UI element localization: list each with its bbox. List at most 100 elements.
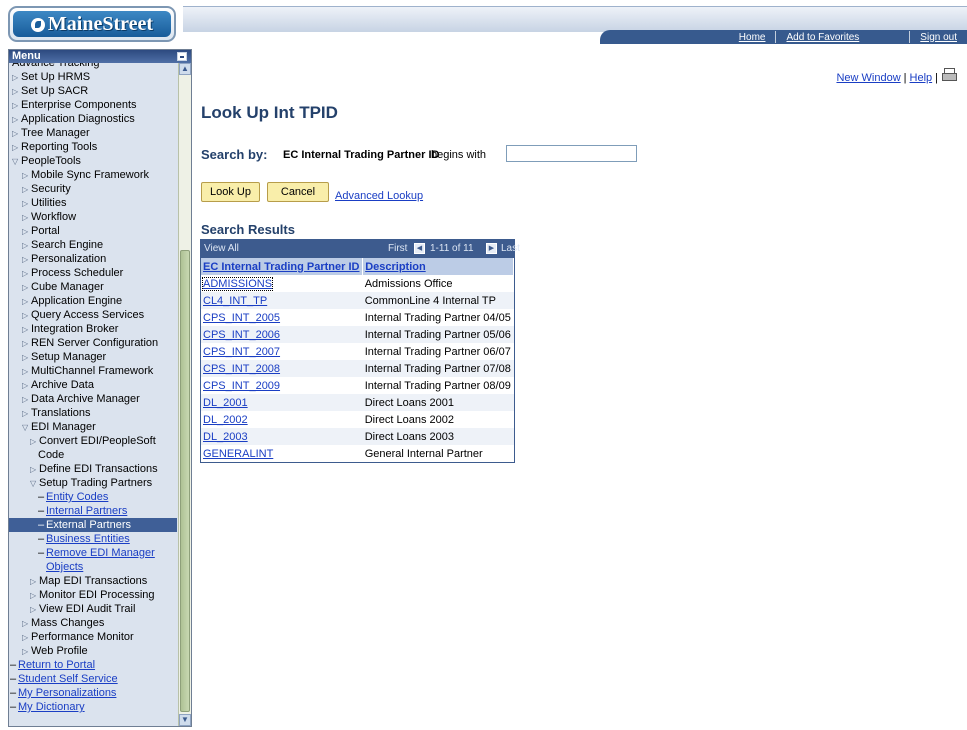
partner-id-link[interactable]: DL_2001 xyxy=(203,397,248,409)
last-link[interactable]: Last xyxy=(501,243,520,254)
menu-item-set-up-sacr[interactable]: ▷ Set Up SACR xyxy=(12,84,88,98)
first-link[interactable]: First xyxy=(388,243,407,254)
menu-item-objects[interactable]: Objects xyxy=(38,560,83,574)
collapsed-folder-icon: ▷ xyxy=(22,297,29,306)
mainestreet-logo[interactable]: MaineStreet xyxy=(8,6,176,42)
menu-item-convert-edi-peoplesoft[interactable]: ▷ Convert EDI/PeopleSoft xyxy=(30,434,156,448)
menu-item-map-edi-transactions[interactable]: ▷ Map EDI Transactions xyxy=(30,574,147,588)
partner-id-link[interactable]: CL4_INT_TP xyxy=(203,295,267,307)
collapsed-folder-icon: ▷ xyxy=(22,395,29,404)
sort-by-id-link[interactable]: EC Internal Trading Partner ID xyxy=(203,261,359,273)
description-cell: Internal Trading Partner 04/05 xyxy=(362,309,514,326)
menu-item-personalization[interactable]: ▷ Personalization xyxy=(22,252,106,266)
new-window-link[interactable]: New Window xyxy=(836,72,900,84)
menu-sidebar: Menu Advance Tracking ▷ Set Up HRMS ▷ Set Up… xyxy=(8,49,192,727)
menu-item-integration-broker[interactable]: ▷ Integration Broker xyxy=(22,322,118,336)
column-header-id[interactable]: EC Internal Trading Partner ID xyxy=(201,258,364,275)
menu-item-label: Entity Codes xyxy=(46,491,109,503)
menu-item-label: Remove EDI Manager xyxy=(46,547,155,559)
menu-item-enterprise-components[interactable]: ▷ Enterprise Components xyxy=(12,98,137,112)
menu-item-internal-partners[interactable]: – Internal Partners xyxy=(38,504,127,518)
menu-item-mobile-sync-framework[interactable]: ▷ Mobile Sync Framework xyxy=(22,168,149,182)
partner-id-link[interactable]: CPS_INT_2008 xyxy=(203,363,280,375)
partner-id-link[interactable]: DL_2002 xyxy=(203,414,248,426)
menu-item-student-self-service[interactable]: – Student Self Service xyxy=(10,672,118,686)
menu-item-archive-data[interactable]: ▷ Archive Data xyxy=(22,378,94,392)
look-up-button[interactable]: Look Up xyxy=(201,182,260,202)
menu-item-code[interactable]: Code xyxy=(30,448,64,462)
scroll-down-icon[interactable]: ▼ xyxy=(179,714,191,726)
add-to-favorites-link[interactable]: Add to Favorites xyxy=(776,32,909,43)
menu-item-workflow[interactable]: ▷ Workflow xyxy=(22,210,76,224)
partner-id-link[interactable]: CPS_INT_2006 xyxy=(203,329,280,341)
menu-item-performance-monitor[interactable]: ▷ Performance Monitor xyxy=(22,630,134,644)
menu-scrollbar[interactable]: ▲ ▼ xyxy=(178,63,191,726)
column-header-description[interactable]: Description xyxy=(362,258,514,275)
collapse-menu-icon[interactable] xyxy=(177,52,187,61)
menu-item-business-entities[interactable]: – Business Entities xyxy=(38,532,130,546)
scroll-up-icon[interactable]: ▲ xyxy=(179,63,191,75)
menu-item-application-diagnostics[interactable]: ▷ Application Diagnostics xyxy=(12,112,135,126)
print-icon[interactable] xyxy=(941,68,957,84)
menu-item-application-engine[interactable]: ▷ Application Engine xyxy=(22,294,122,308)
link-dash-icon: – xyxy=(10,687,17,699)
partner-id-link[interactable]: DL_2003 xyxy=(203,431,248,443)
menu-item-label: Web Profile xyxy=(31,645,88,657)
menu-item-search-engine[interactable]: ▷ Search Engine xyxy=(22,238,103,252)
menu-item-monitor-edi-processing[interactable]: ▷ Monitor EDI Processing xyxy=(30,588,155,602)
menu-item-label: Objects xyxy=(46,561,84,573)
partner-id-link[interactable]: ADMISSIONS xyxy=(201,276,274,291)
menu-item-ren-server-configuration[interactable]: ▷ REN Server Configuration xyxy=(22,336,158,350)
menu-item-reporting-tools[interactable]: ▷ Reporting Tools xyxy=(12,140,97,154)
menu-item-edi-manager[interactable]: ▽ EDI Manager xyxy=(22,420,96,434)
next-page-icon[interactable]: ▶ xyxy=(486,243,497,254)
partner-id-link[interactable]: CPS_INT_2009 xyxy=(203,380,280,392)
menu-item-utilities[interactable]: ▷ Utilities xyxy=(22,196,66,210)
page-title: Look Up Int TPID xyxy=(201,103,338,122)
partner-id-link[interactable]: CPS_INT_2005 xyxy=(203,312,280,324)
menu-item-external-partners[interactable]: – External Partners xyxy=(9,518,177,532)
partner-id-cell: CPS_INT_2009 xyxy=(201,377,363,394)
help-link[interactable]: Help xyxy=(910,72,933,84)
menu-item-multichannel-framework[interactable]: ▷ MultiChannel Framework xyxy=(22,364,153,378)
partner-id-link[interactable]: GENERALINT xyxy=(203,448,273,460)
menu-item-process-scheduler[interactable]: ▷ Process Scheduler xyxy=(22,266,123,280)
table-row: CPS_INT_2005 Internal Trading Partner 04/… xyxy=(201,309,514,326)
menu-item-setup-trading-partners[interactable]: ▽ Setup Trading Partners xyxy=(30,476,152,490)
menu-item-query-access-services[interactable]: ▷ Query Access Services xyxy=(22,308,144,322)
menu-item-view-edi-audit-trail[interactable]: ▷ View EDI Audit Trail xyxy=(30,602,135,616)
menu-item-label: Performance Monitor xyxy=(31,631,134,643)
previous-page-icon[interactable]: ◀ xyxy=(414,243,425,254)
sign-out-link[interactable]: Sign out xyxy=(910,32,967,43)
collapsed-folder-icon: ▷ xyxy=(30,591,37,600)
cancel-button[interactable]: Cancel xyxy=(267,182,329,202)
scrollbar-thumb[interactable] xyxy=(180,250,190,712)
menu-item-cube-manager[interactable]: ▷ Cube Manager xyxy=(22,280,104,294)
sort-by-description-link[interactable]: Description xyxy=(365,261,426,273)
menu-item-setup-manager[interactable]: ▷ Setup Manager xyxy=(22,350,106,364)
menu-item-my-personalizations[interactable]: – My Personalizations xyxy=(10,686,116,700)
menu-item-set-up-hrms[interactable]: ▷ Set Up HRMS xyxy=(12,70,90,84)
menu-item-data-archive-manager[interactable]: ▷ Data Archive Manager xyxy=(22,392,140,406)
menu-item-clipped[interactable]: Advance Tracking xyxy=(12,63,99,70)
menu-item-portal[interactable]: ▷ Portal xyxy=(22,224,60,238)
menu-item-translations[interactable]: ▷ Translations xyxy=(22,406,91,420)
menu-item-entity-codes[interactable]: – Entity Codes xyxy=(38,490,108,504)
menu-item-mass-changes[interactable]: ▷ Mass Changes xyxy=(22,616,104,630)
home-link[interactable]: Home xyxy=(729,32,776,43)
menu-item-label: My Personalizations xyxy=(18,687,117,699)
advanced-lookup-link[interactable]: Advanced Lookup xyxy=(335,190,423,202)
menu-item-return-to-portal[interactable]: – Return to Portal xyxy=(10,658,95,672)
menu-item-define-edi-transactions[interactable]: ▷ Define EDI Transactions xyxy=(30,462,158,476)
menu-item-web-profile[interactable]: ▷ Web Profile xyxy=(22,644,88,658)
menu-item-tree-manager[interactable]: ▷ Tree Manager xyxy=(12,126,90,140)
menu-item-remove-edi-manager[interactable]: – Remove EDI Manager xyxy=(38,546,155,560)
view-all-link[interactable]: View All xyxy=(204,243,239,254)
menu-item-label: Monitor EDI Processing xyxy=(39,589,155,601)
menu-item-security[interactable]: ▷ Security xyxy=(22,182,71,196)
search-input[interactable] xyxy=(506,145,637,162)
menu-item-my-dictionary[interactable]: – My Dictionary xyxy=(10,700,85,714)
partner-id-link[interactable]: CPS_INT_2007 xyxy=(203,346,280,358)
menu-item-peopletools[interactable]: ▽ PeopleTools xyxy=(12,154,81,168)
table-row: CPS_INT_2007 Internal Trading Partner 06/… xyxy=(201,343,514,360)
